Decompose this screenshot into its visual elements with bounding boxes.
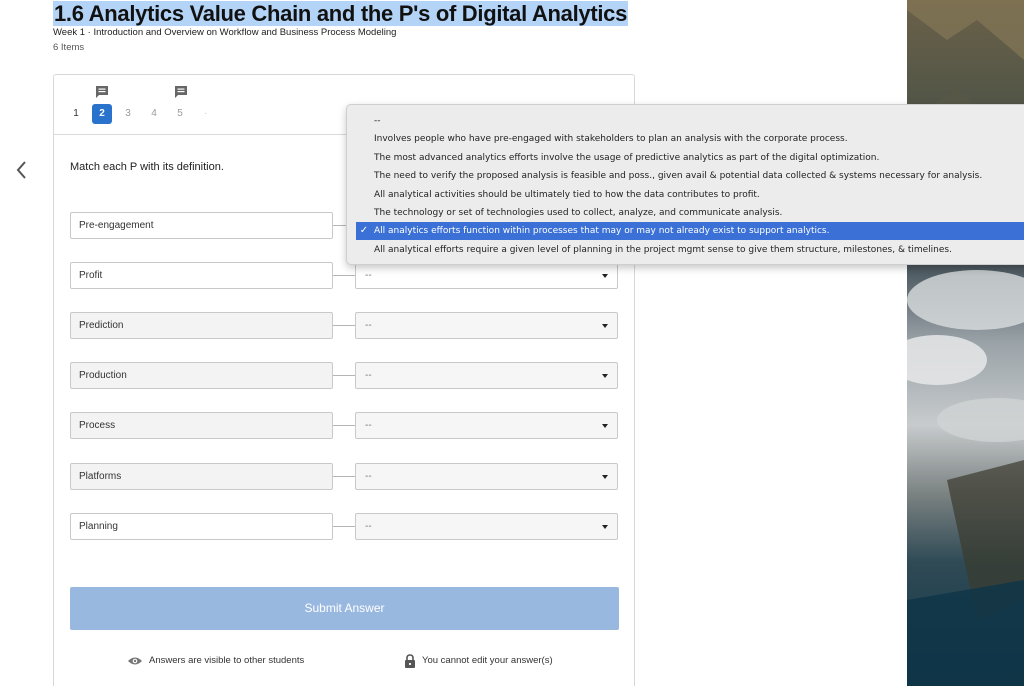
- connector-line: [333, 526, 355, 527]
- connector-line: [333, 425, 355, 426]
- definition-select-process[interactable]: --: [355, 412, 618, 439]
- definition-select-platforms[interactable]: --: [355, 463, 618, 490]
- dropdown-option-blank[interactable]: --: [356, 112, 1024, 130]
- dropdown-option-platforms[interactable]: The technology or set of technologies us…: [356, 204, 1024, 222]
- select-value: --: [365, 471, 372, 482]
- caret-down-icon: [602, 374, 608, 378]
- term-production: Production: [70, 362, 333, 389]
- page-title-text: 1.6 Analytics Value Chain and the P's of…: [53, 1, 629, 26]
- select-value: --: [365, 320, 372, 331]
- connector-line: [333, 325, 355, 326]
- comment-icon[interactable]: [174, 85, 188, 99]
- caret-down-icon: [602, 274, 608, 278]
- term-profit: Profit: [70, 262, 333, 289]
- definition-select-prediction[interactable]: --: [355, 312, 618, 339]
- question-nav-2[interactable]: 2: [92, 104, 112, 124]
- background-photo: [907, 0, 1024, 686]
- breadcrumb: Week 1 · Introduction and Overview on Wo…: [53, 27, 397, 38]
- question-prompt: Match each P with its definition.: [70, 161, 224, 173]
- term-process: Process: [70, 412, 333, 439]
- term-pre-engagement: Pre-engagement: [70, 212, 333, 239]
- cannot-edit-note: You cannot edit your answer(s): [404, 653, 553, 669]
- visibility-note-text: Answers are visible to other students: [149, 655, 305, 666]
- dropdown-option-prediction[interactable]: The most advanced analytics efforts invo…: [356, 149, 1024, 167]
- term-planning: Planning: [70, 513, 333, 540]
- definition-select-planning[interactable]: --: [355, 513, 618, 540]
- question-nav-1[interactable]: 1: [66, 104, 86, 124]
- select-value: --: [365, 370, 372, 381]
- caret-down-icon: [602, 525, 608, 529]
- caret-down-icon: [602, 324, 608, 328]
- term-platforms: Platforms: [70, 463, 333, 490]
- caret-down-icon: [602, 424, 608, 428]
- dropdown-option-production[interactable]: The need to verify the proposed analysis…: [356, 167, 1024, 185]
- definition-select-production[interactable]: --: [355, 362, 618, 389]
- dropdown-option-process[interactable]: ✓ All analytics efforts function within …: [356, 222, 1024, 240]
- lock-icon: [405, 654, 415, 668]
- edit-note-text: You cannot edit your answer(s): [422, 655, 553, 666]
- definition-select-profit[interactable]: --: [355, 262, 618, 289]
- dropdown-option-planning[interactable]: All analytical efforts require a given l…: [356, 241, 1024, 259]
- dropdown-option-pre-engagement[interactable]: Involves people who have pre-engaged wit…: [356, 130, 1024, 148]
- page-title: 1.6 Analytics Value Chain and the P's of…: [53, 0, 629, 27]
- answers-visible-note: Answers are visible to other students: [127, 653, 304, 669]
- dropdown-option-profit[interactable]: All analytical activities should be ulti…: [356, 186, 1024, 204]
- submit-answer-button[interactable]: Submit Answer: [70, 587, 619, 630]
- select-value: --: [365, 270, 372, 281]
- dropdown-option-label: All analytics efforts function within pr…: [374, 226, 830, 236]
- question-nav-5[interactable]: 5: [170, 104, 190, 124]
- term-prediction: Prediction: [70, 312, 333, 339]
- select-value: --: [365, 521, 372, 532]
- comment-icon[interactable]: [95, 85, 109, 99]
- chevron-left-icon[interactable]: [12, 158, 32, 182]
- eye-icon: [128, 657, 142, 665]
- definition-dropdown-menu[interactable]: -- Involves people who have pre-engaged …: [346, 104, 1024, 265]
- caret-down-icon: [602, 475, 608, 479]
- checkmark-icon: ✓: [359, 225, 369, 236]
- question-nav-4[interactable]: 4: [144, 104, 164, 124]
- items-count: 6 Items: [53, 42, 85, 53]
- select-value: --: [365, 420, 372, 431]
- connector-line: [333, 476, 355, 477]
- connector-line: [333, 375, 355, 376]
- question-nav-3[interactable]: 3: [118, 104, 138, 124]
- connector-line: [333, 275, 355, 276]
- question-nav-overflow: ·: [204, 108, 208, 119]
